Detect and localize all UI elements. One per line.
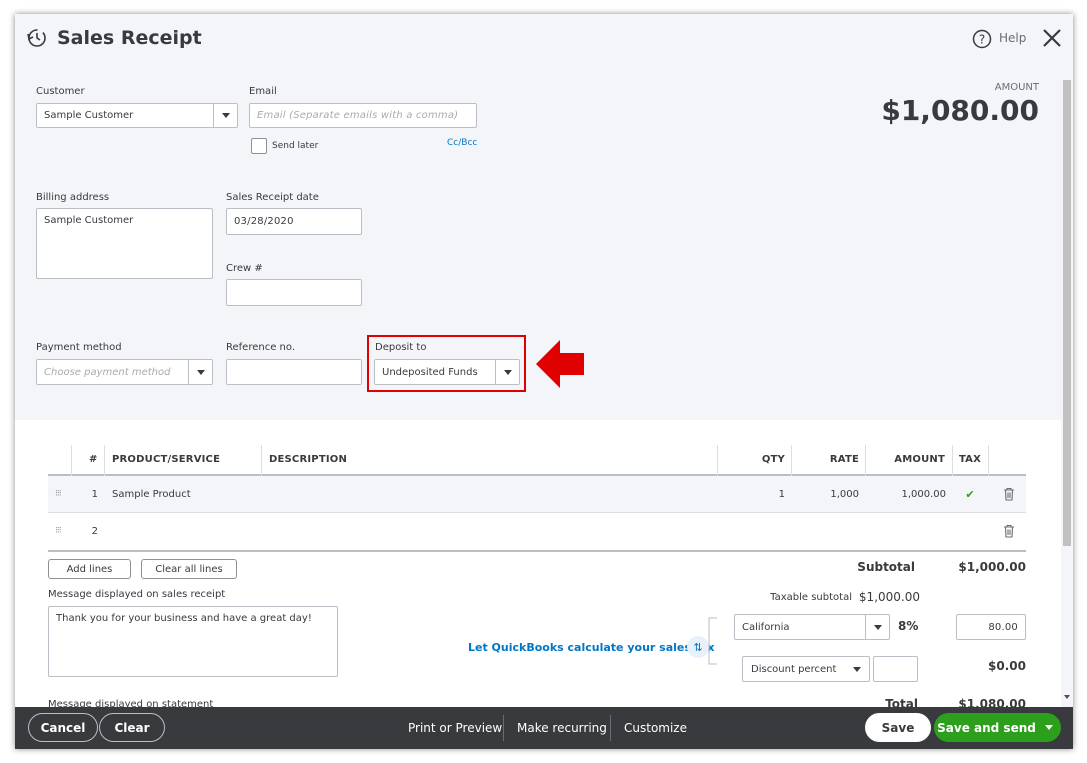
tax-amount-input[interactable]: 80.00 <box>956 614 1026 640</box>
chevron-down-icon[interactable] <box>188 360 212 384</box>
red-arrow-annotation <box>536 340 584 388</box>
row-amount[interactable]: 1,000.00 <box>866 489 946 500</box>
email-placeholder: Email (Separate emails with a comma) <box>257 110 459 121</box>
receipt-message-label: Message displayed on sales receipt <box>48 589 226 600</box>
column-header-tax: TAX <box>958 454 982 465</box>
calculate-sales-tax-link[interactable]: Let QuickBooks calculate your sales tax <box>468 641 715 654</box>
tax-region-dropdown[interactable]: California <box>734 614 890 640</box>
row-rate[interactable]: 1,000 <box>792 489 859 500</box>
trash-icon[interactable] <box>1003 524 1015 538</box>
sales-receipt-window: Sales Receipt ? Help Customer Sample Cus… <box>15 14 1073 749</box>
email-input[interactable]: Email (Separate emails with a comma) <box>249 103 477 128</box>
recent-transactions-icon[interactable] <box>25 27 47 49</box>
billing-address-field[interactable]: Sample Customer <box>36 208 213 279</box>
sales-receipt-date-label: Sales Receipt date <box>226 192 319 203</box>
tax-rate: 8% <box>898 619 919 633</box>
customer-dropdown[interactable]: Sample Customer <box>36 103 238 128</box>
taxable-subtotal-value: $1,000.00 <box>858 590 920 604</box>
bracket-connector <box>708 617 717 665</box>
footer-bar: Cancel Clear Print or Preview Make recur… <box>15 707 1073 749</box>
payment-method-label: Payment method <box>36 342 122 353</box>
payment-method-dropdown[interactable]: Choose payment method <box>36 359 213 385</box>
receipt-message-value: Thank you for your business and have a g… <box>56 613 312 624</box>
cc-bcc-link[interactable]: Cc/Bcc <box>447 138 477 148</box>
row-number: 1 <box>91 489 98 500</box>
amount-value: $1,080.00 <box>881 94 1039 127</box>
footer-divider <box>503 715 504 741</box>
crew-label: Crew # <box>226 263 263 274</box>
email-label: Email <box>249 86 277 97</box>
deposit-to-label: Deposit to <box>375 342 427 353</box>
cancel-button[interactable]: Cancel <box>28 713 98 742</box>
payment-method-placeholder: Choose payment method <box>44 366 171 378</box>
save-and-send-button[interactable]: Save and send <box>934 721 1037 735</box>
send-later-label: Send later <box>272 141 319 151</box>
save-button[interactable]: Save <box>865 713 931 742</box>
column-header-rate: RATE <box>829 454 859 465</box>
crew-input[interactable] <box>226 279 362 306</box>
send-later-checkbox[interactable] <box>251 138 267 154</box>
column-header-description: DESCRIPTION <box>269 454 348 465</box>
trash-icon[interactable] <box>1003 487 1015 501</box>
billing-address-label: Billing address <box>36 192 110 203</box>
scroll-down-arrow-icon[interactable] <box>1064 695 1070 699</box>
tax-checkmark-icon[interactable]: ✔ <box>952 488 988 501</box>
deposit-to-dropdown[interactable]: Undeposited Funds <box>374 359 520 385</box>
chevron-down-icon[interactable] <box>865 615 889 639</box>
footer-divider <box>610 715 611 741</box>
receipt-message-field[interactable]: Thank you for your business and have a g… <box>48 606 338 677</box>
column-header-product: PRODUCT/SERVICE <box>112 454 221 465</box>
tax-region-value: California <box>742 621 790 633</box>
add-lines-button[interactable]: Add lines <box>48 559 131 579</box>
subtotal-label: Subtotal <box>857 560 915 574</box>
sales-receipt-date-input[interactable]: 03/28/2020 <box>226 208 362 235</box>
column-header-amount: AMOUNT <box>894 454 945 465</box>
row-qty[interactable]: 1 <box>718 489 785 500</box>
column-header-qty: QTY <box>761 454 785 465</box>
discount-amount: $0.00 <box>988 659 1026 673</box>
clear-all-lines-button[interactable]: Clear all lines <box>141 559 237 579</box>
chevron-down-icon[interactable] <box>845 657 869 681</box>
help-icon[interactable]: ? <box>972 29 992 49</box>
close-icon[interactable] <box>1042 28 1062 48</box>
page-title: Sales Receipt <box>57 27 202 49</box>
customize-link[interactable]: Customize <box>624 707 687 749</box>
deposit-to-value: Undeposited Funds <box>382 366 478 378</box>
taxable-subtotal-label: Taxable subtotal <box>770 592 852 603</box>
table-row[interactable]: ⁝⁝⁝ 2 <box>48 513 1026 550</box>
reference-no-label: Reference no. <box>226 342 295 353</box>
chevron-down-icon[interactable] <box>1037 713 1061 742</box>
print-preview-link[interactable]: Print or Preview <box>408 707 502 749</box>
customer-value: Sample Customer <box>44 110 134 121</box>
table-row[interactable]: ⁝⁝⁝ 1 Sample Product 1 1,000 1,000.00 ✔ <box>48 476 1026 513</box>
column-header-number: # <box>89 454 98 465</box>
make-recurring-link[interactable]: Make recurring <box>517 707 607 749</box>
svg-text:?: ? <box>979 33 985 47</box>
clear-button[interactable]: Clear <box>99 713 165 742</box>
chevron-down-icon[interactable] <box>213 104 237 127</box>
scrollbar[interactable] <box>1061 70 1073 707</box>
row-number: 2 <box>91 526 98 537</box>
billing-address-value: Sample Customer <box>44 215 134 226</box>
discount-type-dropdown[interactable]: Discount percent <box>742 656 870 682</box>
customer-label: Customer <box>36 86 85 97</box>
line-items-section: # PRODUCT/SERVICE DESCRIPTION QTY RATE A… <box>15 420 1061 735</box>
reference-no-input[interactable] <box>226 359 362 385</box>
scrollbar-thumb[interactable] <box>1063 80 1071 546</box>
discount-value-input[interactable] <box>873 656 918 682</box>
discount-type-value: Discount percent <box>751 663 837 675</box>
subtotal-value: $1,000.00 <box>958 560 1026 574</box>
row-product[interactable]: Sample Product <box>112 489 191 500</box>
help-link[interactable]: Help <box>999 31 1026 45</box>
save-and-send-split-button[interactable]: Save and send <box>934 713 1061 742</box>
amount-label: AMOUNT <box>994 82 1039 93</box>
chevron-down-icon[interactable] <box>495 360 519 384</box>
